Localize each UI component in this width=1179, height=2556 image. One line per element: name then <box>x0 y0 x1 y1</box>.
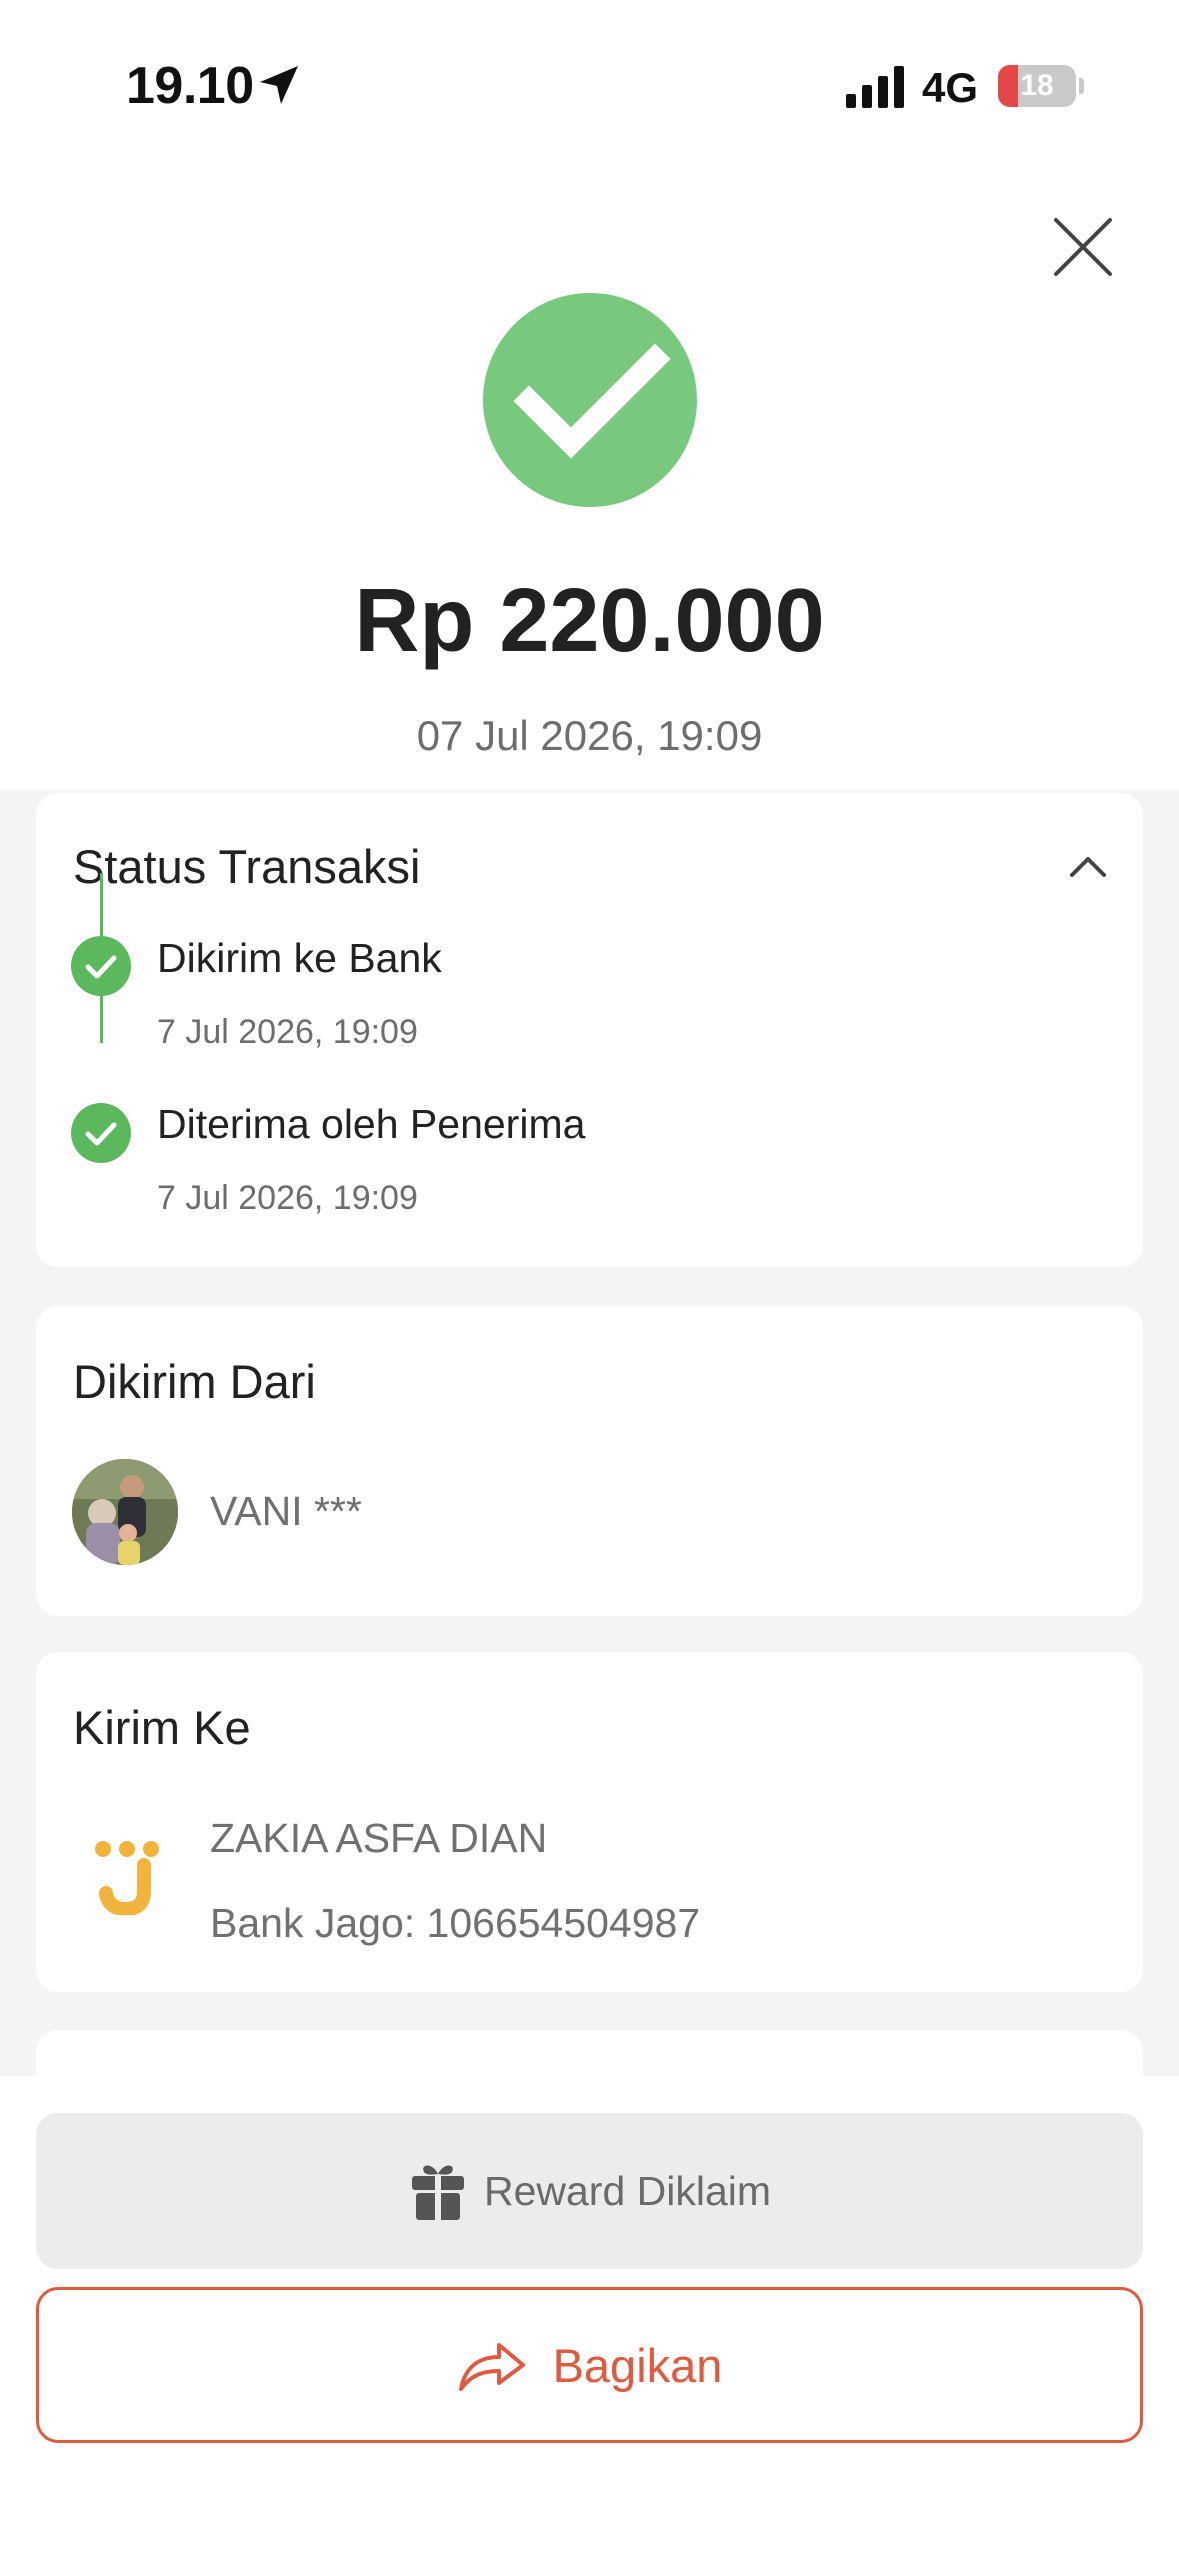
step-check-icon <box>71 936 131 996</box>
status-time: 19.10 <box>126 57 254 115</box>
step-time: 7 Jul 2026, 19:09 <box>157 1013 418 1051</box>
sender-name: VANI *** <box>210 1488 362 1534</box>
network-type: 4G <box>922 64 979 111</box>
transfer-amount: Rp 220.000 <box>354 571 825 671</box>
recipient-card-title: Kirim Ke <box>73 1701 251 1754</box>
sender-card: Dikirim Dari VANI *** <box>36 1306 1143 1616</box>
reward-button-label: Reward Diklaim <box>483 2167 772 2214</box>
share-button-label: Bagikan <box>552 2338 723 2392</box>
gift-icon <box>411 2165 464 2220</box>
status-card-title: Status Transaksi <box>73 840 421 893</box>
bank-jago-logo-icon <box>95 1841 159 1915</box>
share-arrow-icon <box>458 2343 525 2391</box>
recipient-account: Bank Jago: 106654504987 <box>210 1900 701 1946</box>
battery-level: 18 <box>1020 69 1054 102</box>
recipient-name: ZAKIA ASFA DIAN <box>210 1815 548 1861</box>
step-check-icon <box>71 1103 131 1163</box>
reward-claimed-button[interactable]: Reward Diklaim <box>36 2113 1143 2269</box>
bottom-action-bar: Reward Diklaim Bagikan <box>0 2076 1179 2556</box>
battery-icon: 18 <box>998 65 1076 107</box>
step-title: Diterima oleh Penerima <box>157 1101 586 1147</box>
success-check-icon <box>483 293 697 507</box>
avatar <box>72 1459 178 1565</box>
chevron-up-icon[interactable] <box>1066 851 1110 881</box>
step-title: Dikirim ke Bank <box>157 935 442 981</box>
cellular-signal-icon <box>846 66 904 108</box>
transaction-status-card: Status Transaksi Dikirim ke Bank 7 Jul 2… <box>36 793 1143 1267</box>
status-bar: 19.10 4G 18 <box>0 0 1179 170</box>
location-arrow-icon <box>260 66 298 104</box>
sender-card-title: Dikirim Dari <box>73 1355 316 1408</box>
transfer-datetime: 07 Jul 2026, 19:09 <box>416 712 763 759</box>
step-time: 7 Jul 2026, 19:09 <box>157 1179 418 1217</box>
recipient-card: Kirim Ke ZAKIA ASFA DIAN Bank Jago: 1066… <box>36 1652 1143 1992</box>
close-button[interactable] <box>1048 212 1118 282</box>
share-button[interactable]: Bagikan <box>36 2287 1143 2443</box>
battery-cap <box>1079 78 1084 94</box>
